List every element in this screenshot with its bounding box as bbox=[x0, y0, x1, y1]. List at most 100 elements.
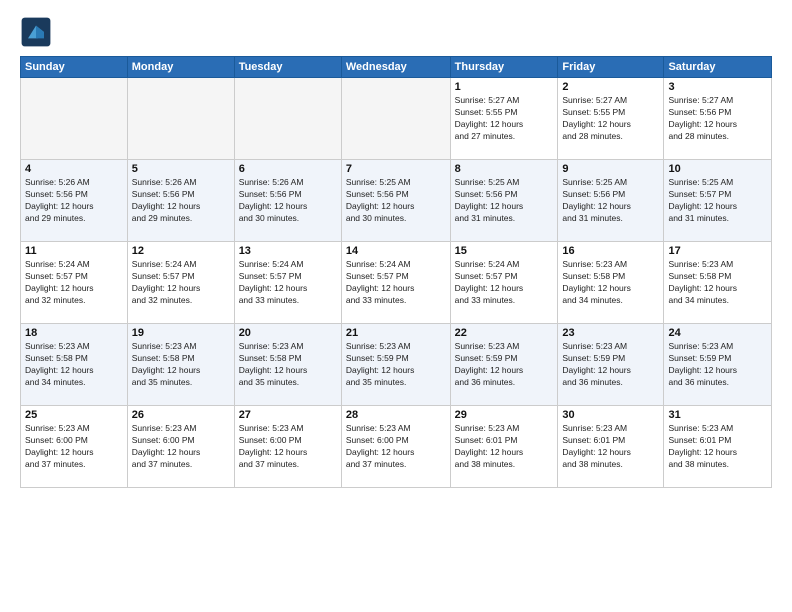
calendar-cell: 14 Sunrise: 5:24 AM Sunset: 5:57 PM Dayli… bbox=[341, 242, 450, 324]
calendar-week-1: 4 Sunrise: 5:26 AM Sunset: 5:56 PM Daylig… bbox=[21, 160, 772, 242]
page: SundayMondayTuesdayWednesdayThursdayFrid… bbox=[0, 0, 792, 612]
day-number: 20 bbox=[239, 327, 337, 339]
day-number: 31 bbox=[668, 409, 767, 421]
weekday-header-row: SundayMondayTuesdayWednesdayThursdayFrid… bbox=[21, 57, 772, 78]
day-number: 26 bbox=[132, 409, 230, 421]
day-info: Sunrise: 5:23 AM Sunset: 6:00 PM Dayligh… bbox=[239, 423, 337, 471]
day-number: 29 bbox=[455, 409, 554, 421]
day-number: 5 bbox=[132, 163, 230, 175]
calendar-cell: 28Sunrise: 5:23 AM Sunset: 6:00 PM Dayli… bbox=[341, 406, 450, 488]
calendar-cell: 2Sunrise: 5:27 AM Sunset: 5:55 PM Daylig… bbox=[558, 78, 664, 160]
day-info: Sunrise: 5:23 AM Sunset: 5:59 PM Dayligh… bbox=[668, 341, 767, 389]
day-info: Sunrise: 5:26 AM Sunset: 5:56 PM Dayligh… bbox=[25, 177, 123, 225]
day-info: Sunrise: 5:27 AM Sunset: 5:55 PM Dayligh… bbox=[455, 95, 554, 143]
calendar-cell: 16 Sunrise: 5:23 AM Sunset: 5:58 PM Dayli… bbox=[558, 242, 664, 324]
day-number: 13 bbox=[239, 245, 337, 257]
calendar-cell: 17 Sunrise: 5:23 AM Sunset: 5:58 PM Dayli… bbox=[664, 242, 772, 324]
day-info: Sunrise: 5:23 AM Sunset: 6:00 PM Dayligh… bbox=[346, 423, 446, 471]
day-number: 25 bbox=[25, 409, 123, 421]
calendar-cell: 25Sunrise: 5:23 AM Sunset: 6:00 PM Dayli… bbox=[21, 406, 128, 488]
calendar-cell bbox=[127, 78, 234, 160]
day-number: 23 bbox=[562, 327, 659, 339]
day-info: Sunrise: 5:25 AM Sunset: 5:56 PM Dayligh… bbox=[562, 177, 659, 225]
day-info: Sunrise: 5:23 AM Sunset: 5:58 PM Dayligh… bbox=[239, 341, 337, 389]
day-number: 2 bbox=[562, 81, 659, 93]
day-number: 8 bbox=[455, 163, 554, 175]
weekday-monday: Monday bbox=[127, 57, 234, 78]
day-info: Sunrise: 5:26 AM Sunset: 5:56 PM Dayligh… bbox=[239, 177, 337, 225]
day-number: 3 bbox=[668, 81, 767, 93]
day-number: 9 bbox=[562, 163, 659, 175]
day-number: 14 bbox=[346, 245, 446, 257]
calendar-cell: 24 Sunrise: 5:23 AM Sunset: 5:59 PM Dayli… bbox=[664, 324, 772, 406]
calendar-cell: 31 Sunrise: 5:23 AM Sunset: 6:01 PM Dayli… bbox=[664, 406, 772, 488]
day-info: Sunrise: 5:24 AM Sunset: 5:57 PM Dayligh… bbox=[239, 259, 337, 307]
day-info: Sunrise: 5:24 AM Sunset: 5:57 PM Dayligh… bbox=[455, 259, 554, 307]
day-info: Sunrise: 5:23 AM Sunset: 6:01 PM Dayligh… bbox=[562, 423, 659, 471]
day-number: 22 bbox=[455, 327, 554, 339]
calendar-cell: 21Sunrise: 5:23 AM Sunset: 5:59 PM Dayli… bbox=[341, 324, 450, 406]
weekday-tuesday: Tuesday bbox=[234, 57, 341, 78]
calendar-cell: 7 Sunrise: 5:25 AM Sunset: 5:56 PM Daylig… bbox=[341, 160, 450, 242]
day-info: Sunrise: 5:23 AM Sunset: 5:58 PM Dayligh… bbox=[132, 341, 230, 389]
calendar-cell: 9 Sunrise: 5:25 AM Sunset: 5:56 PM Daylig… bbox=[558, 160, 664, 242]
weekday-saturday: Saturday bbox=[664, 57, 772, 78]
day-number: 18 bbox=[25, 327, 123, 339]
calendar-week-3: 18 Sunrise: 5:23 AM Sunset: 5:58 PM Dayli… bbox=[21, 324, 772, 406]
day-number: 7 bbox=[346, 163, 446, 175]
day-number: 16 bbox=[562, 245, 659, 257]
day-info: Sunrise: 5:23 AM Sunset: 5:59 PM Dayligh… bbox=[562, 341, 659, 389]
day-info: Sunrise: 5:23 AM Sunset: 5:58 PM Dayligh… bbox=[562, 259, 659, 307]
day-number: 19 bbox=[132, 327, 230, 339]
day-info: Sunrise: 5:23 AM Sunset: 5:58 PM Dayligh… bbox=[25, 341, 123, 389]
calendar-cell: 11Sunrise: 5:24 AM Sunset: 5:57 PM Dayli… bbox=[21, 242, 128, 324]
calendar-cell: 3 Sunrise: 5:27 AM Sunset: 5:56 PM Daylig… bbox=[664, 78, 772, 160]
calendar-week-4: 25 Sunrise: 5:23 AM Sunset: 6:00 PM Dayli… bbox=[21, 406, 772, 488]
day-info: Sunrise: 5:26 AM Sunset: 5:56 PM Dayligh… bbox=[132, 177, 230, 225]
weekday-wednesday: Wednesday bbox=[341, 57, 450, 78]
calendar-cell: 29 Sunrise: 5:23 AM Sunset: 6:01 PM Dayli… bbox=[450, 406, 558, 488]
weekday-thursday: Thursday bbox=[450, 57, 558, 78]
calendar-week-2: 11Sunrise: 5:24 AM Sunset: 5:57 PM Dayli… bbox=[21, 242, 772, 324]
calendar-cell: 30 Sunrise: 5:23 AM Sunset: 6:01 PM Dayli… bbox=[558, 406, 664, 488]
day-info: Sunrise: 5:24 AM Sunset: 5:57 PM Dayligh… bbox=[132, 259, 230, 307]
day-number: 21 bbox=[346, 327, 446, 339]
calendar-cell: 1 Sunrise: 5:27 AM Sunset: 5:55 PM Daylig… bbox=[450, 78, 558, 160]
day-info: Sunrise: 5:24 AM Sunset: 5:57 PM Dayligh… bbox=[346, 259, 446, 307]
day-info: Sunrise: 5:23 AM Sunset: 6:01 PM Dayligh… bbox=[668, 423, 767, 471]
day-number: 24 bbox=[668, 327, 767, 339]
weekday-sunday: Sunday bbox=[21, 57, 128, 78]
day-info: Sunrise: 5:25 AM Sunset: 5:56 PM Dayligh… bbox=[455, 177, 554, 225]
day-number: 15 bbox=[455, 245, 554, 257]
day-number: 27 bbox=[239, 409, 337, 421]
calendar-cell: 5 Sunrise: 5:26 AM Sunset: 5:56 PM Daylig… bbox=[127, 160, 234, 242]
calendar-cell: 19 Sunrise: 5:23 AM Sunset: 5:58 PM Dayli… bbox=[127, 324, 234, 406]
day-info: Sunrise: 5:27 AM Sunset: 5:56 PM Dayligh… bbox=[668, 95, 767, 143]
day-number: 17 bbox=[668, 245, 767, 257]
calendar-cell bbox=[234, 78, 341, 160]
calendar-cell: 10 Sunrise: 5:25 AM Sunset: 5:57 PM Dayli… bbox=[664, 160, 772, 242]
logo-icon bbox=[20, 16, 52, 48]
day-number: 1 bbox=[455, 81, 554, 93]
day-number: 10 bbox=[668, 163, 767, 175]
day-info: Sunrise: 5:25 AM Sunset: 5:57 PM Dayligh… bbox=[668, 177, 767, 225]
calendar-cell: 23 Sunrise: 5:23 AM Sunset: 5:59 PM Dayli… bbox=[558, 324, 664, 406]
day-number: 30 bbox=[562, 409, 659, 421]
day-info: Sunrise: 5:23 AM Sunset: 5:58 PM Dayligh… bbox=[668, 259, 767, 307]
calendar-cell: 6 Sunrise: 5:26 AM Sunset: 5:56 PM Daylig… bbox=[234, 160, 341, 242]
day-info: Sunrise: 5:23 AM Sunset: 6:00 PM Dayligh… bbox=[132, 423, 230, 471]
calendar-cell: 13 Sunrise: 5:24 AM Sunset: 5:57 PM Dayli… bbox=[234, 242, 341, 324]
day-number: 6 bbox=[239, 163, 337, 175]
calendar-cell: 26 Sunrise: 5:23 AM Sunset: 6:00 PM Dayli… bbox=[127, 406, 234, 488]
logo bbox=[20, 16, 56, 48]
calendar-cell: 15 Sunrise: 5:24 AM Sunset: 5:57 PM Dayli… bbox=[450, 242, 558, 324]
day-info: Sunrise: 5:23 AM Sunset: 6:01 PM Dayligh… bbox=[455, 423, 554, 471]
day-number: 4 bbox=[25, 163, 123, 175]
calendar-cell: 27 Sunrise: 5:23 AM Sunset: 6:00 PM Dayli… bbox=[234, 406, 341, 488]
day-info: Sunrise: 5:25 AM Sunset: 5:56 PM Dayligh… bbox=[346, 177, 446, 225]
day-info: Sunrise: 5:23 AM Sunset: 5:59 PM Dayligh… bbox=[455, 341, 554, 389]
calendar-cell: 8 Sunrise: 5:25 AM Sunset: 5:56 PM Daylig… bbox=[450, 160, 558, 242]
calendar-cell bbox=[341, 78, 450, 160]
weekday-friday: Friday bbox=[558, 57, 664, 78]
day-info: Sunrise: 5:24 AM Sunset: 5:57 PM Dayligh… bbox=[25, 259, 123, 307]
